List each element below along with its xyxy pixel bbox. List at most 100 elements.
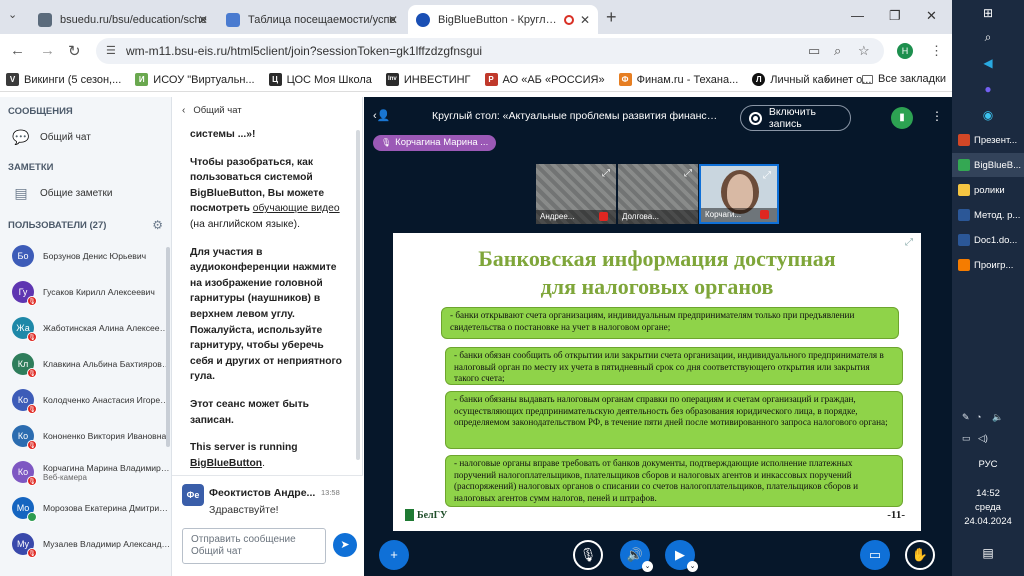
taskbar-app[interactable]: Метод. р... bbox=[952, 203, 1024, 227]
minimize-icon[interactable]: — bbox=[851, 8, 864, 23]
app-label: ролики bbox=[974, 184, 1005, 196]
forward-arrow-icon[interactable]: → bbox=[40, 42, 55, 59]
fullscreen-icon[interactable]: ⤢ bbox=[602, 168, 610, 179]
taskbar-app[interactable]: ролики bbox=[952, 178, 1024, 202]
reload-icon[interactable]: ↻ bbox=[68, 42, 81, 60]
bookmark-label: ИСОУ "Виртуальн... bbox=[153, 73, 255, 86]
close-tab-icon[interactable]: ✕ bbox=[198, 13, 208, 27]
chat-scrollbar[interactable] bbox=[356, 130, 360, 460]
chevron-left-icon[interactable]: ‹ bbox=[182, 105, 185, 116]
users-toggle-icon[interactable]: ‹👤 bbox=[373, 109, 390, 122]
user-row[interactable]: Ко 🎙 Корчагина Марина Владимиро... Веб-каме… bbox=[0, 454, 171, 490]
camera-permission-icon[interactable]: ▭ bbox=[808, 43, 820, 59]
tab-search-icon[interactable]: ⌄ bbox=[8, 8, 17, 21]
close-window-icon[interactable]: ✕ bbox=[926, 8, 937, 24]
webcam-button[interactable]: ▶ ⌄ bbox=[665, 540, 698, 572]
restore-icon[interactable]: ❐ bbox=[889, 8, 901, 24]
browser-tab-1[interactable]: bsuedu.ru/bsu/education/sche ✕ bbox=[30, 5, 216, 34]
bookmark-2[interactable]: И ИСОУ "Виртуальн... bbox=[135, 73, 255, 86]
public-chat-item[interactable]: 💬 Общий чат bbox=[0, 123, 171, 152]
taskbar-app[interactable]: BigBlueB... bbox=[952, 153, 1024, 177]
user-row[interactable]: Ко 🎙 Кононенко Виктория Ивановна bbox=[0, 418, 171, 454]
bookmark-4[interactable]: Inv ИНВЕСТИНГ bbox=[385, 73, 471, 86]
audio-button[interactable]: 🔊 ⌄ bbox=[620, 540, 653, 572]
taskbar-app[interactable]: Презент... bbox=[952, 128, 1024, 152]
volume-icon[interactable]: 🔈 bbox=[992, 412, 1003, 423]
shared-notes-item[interactable]: ▤ Общие заметки bbox=[0, 179, 171, 208]
browser-tab-2[interactable]: Таблица посещаемости/успе ✕ bbox=[218, 5, 406, 34]
close-tab-icon[interactable]: ✕ bbox=[580, 13, 590, 27]
user-row[interactable]: Кл 🎙 Клавкина Альбина Бахтияровна bbox=[0, 346, 171, 382]
bookmark-1[interactable]: V Викинги (5 сезон,... bbox=[6, 73, 121, 86]
notes-icon: ▤ bbox=[14, 185, 28, 201]
send-button[interactable]: ➤ bbox=[333, 533, 357, 557]
webcam-tile-2[interactable]: ⤢ Долгова... bbox=[618, 164, 698, 224]
taskbar-app[interactable]: Doc1.do... bbox=[952, 228, 1024, 252]
public-chat-label: Общий чат bbox=[40, 132, 91, 143]
bookmark-3[interactable]: Ц ЦОС Моя Школа bbox=[268, 73, 372, 86]
user-row[interactable]: Мо Морозова Екатерина Дмитрие... bbox=[0, 490, 171, 526]
bigbluebutton-link[interactable]: BigBlueButton bbox=[190, 458, 262, 469]
user-row[interactable]: Жа 🎙 Жаботинская Алина Алексеевна bbox=[0, 310, 171, 346]
taskbar-app[interactable]: Проигр... bbox=[952, 253, 1024, 277]
profile-avatar[interactable]: H bbox=[897, 43, 913, 59]
site-settings-icon[interactable]: ☰ bbox=[106, 44, 116, 57]
webcam-tile-1[interactable]: ⤢ Андрее... bbox=[536, 164, 616, 224]
user-name: Корчагина Марина Владимиро... bbox=[43, 462, 171, 473]
speaker-icon: 🔊 bbox=[626, 547, 644, 562]
fullscreen-icon[interactable]: ⤢ bbox=[763, 170, 771, 181]
talking-indicator[interactable]: 🎙 Корчагина Марина ... bbox=[373, 135, 497, 151]
webcam-tile-3[interactable]: ⤢ Корчаги... bbox=[699, 164, 779, 224]
menu-dots-icon[interactable]: ⋮ bbox=[930, 43, 943, 59]
bookmark-5[interactable]: Р АО «АБ «РОССИЯ» bbox=[484, 73, 605, 86]
search-icon[interactable]: ⌕ bbox=[981, 30, 995, 45]
speaker-tray-icon[interactable]: ◁) bbox=[978, 433, 988, 444]
fullscreen-icon[interactable]: ⤢ bbox=[684, 168, 692, 179]
more-bookmarks-button[interactable]: » bbox=[824, 72, 831, 86]
chat-input[interactable]: Отправить сообщение Общий чат bbox=[182, 528, 326, 564]
options-menu-icon[interactable]: ⋮ bbox=[931, 109, 943, 123]
battery-icon[interactable]: ▭ bbox=[962, 433, 971, 444]
windows-start-icon[interactable]: ⊞ bbox=[981, 6, 995, 20]
chat-header[interactable]: ‹ Общий чат bbox=[172, 97, 362, 124]
actions-button[interactable]: + bbox=[379, 540, 409, 570]
bookmarks-bar: V Викинги (5 сезон,... И ИСОУ "Виртуальн..… bbox=[0, 68, 952, 92]
keyboard-language[interactable]: РУС bbox=[952, 459, 1024, 470]
bookmark-6[interactable]: Ф Финам.ru - Техана... bbox=[618, 73, 738, 86]
user-row[interactable]: Му 🎙 Музалев Владимир Александр... bbox=[0, 526, 171, 562]
sidebar-scrollbar[interactable] bbox=[166, 247, 170, 447]
mic-muted-icon: 🎙 bbox=[27, 332, 37, 342]
user-row[interactable]: Бо Борзунов Денис Юрьевич bbox=[0, 238, 171, 274]
unmute-button[interactable]: 🎙 bbox=[573, 540, 603, 570]
share-screen-button[interactable]: ▭ bbox=[860, 540, 890, 570]
bookmark-7[interactable]: Л Личный кабинет о... bbox=[752, 73, 871, 86]
connection-status-icon[interactable]: ▮ bbox=[891, 107, 913, 129]
chevron-down-icon[interactable]: ⌄ bbox=[687, 561, 698, 572]
url-field[interactable]: ☰ wm-m11.bsu-eis.ru/html5client/join?ses… bbox=[96, 38, 884, 64]
notifications-icon[interactable]: ▤ bbox=[981, 546, 995, 560]
close-tab-icon[interactable]: ✕ bbox=[388, 13, 398, 27]
all-bookmarks-button[interactable]: Все закладки bbox=[862, 73, 946, 85]
bookmark-star-icon[interactable]: ☆ bbox=[858, 43, 870, 59]
chat-title: Общий чат bbox=[193, 105, 242, 116]
pen-icon[interactable]: ✎ bbox=[962, 412, 970, 423]
training-video-link[interactable]: обучающие видео bbox=[253, 203, 340, 214]
new-tab-icon[interactable]: + bbox=[606, 7, 617, 28]
zoom-icon[interactable]: ⌕ bbox=[834, 43, 841, 59]
bookmark-label: Личный кабинет о... bbox=[770, 73, 872, 86]
edge-icon[interactable]: ◉ bbox=[981, 108, 995, 122]
viber-icon[interactable]: ● bbox=[981, 82, 995, 96]
clock-time[interactable]: 14:52 bbox=[952, 488, 1024, 499]
record-button[interactable]: Включить запись bbox=[740, 105, 851, 131]
chevron-down-icon[interactable]: ⌄ bbox=[642, 561, 653, 572]
wifi-icon[interactable]: ◔ bbox=[976, 412, 981, 422]
user-row[interactable]: Ко 🎙 Колодченко Анастасия Игоревна bbox=[0, 382, 171, 418]
all-bookmarks-label: Все закладки bbox=[878, 73, 947, 85]
raise-hand-button[interactable]: ✋ bbox=[905, 540, 935, 570]
user-row[interactable]: Гу 🎙 Гусаков Кирилл Алексеевич bbox=[0, 274, 171, 310]
back-arrow-icon[interactable]: ← bbox=[10, 42, 25, 59]
gear-icon[interactable]: ⚙ bbox=[152, 218, 163, 232]
browser-tab-3[interactable]: BigBlueButton - Круглый с ✕ bbox=[408, 5, 598, 34]
telegram-icon[interactable]: ◀ bbox=[981, 56, 995, 70]
avatar: Бо bbox=[12, 245, 34, 267]
